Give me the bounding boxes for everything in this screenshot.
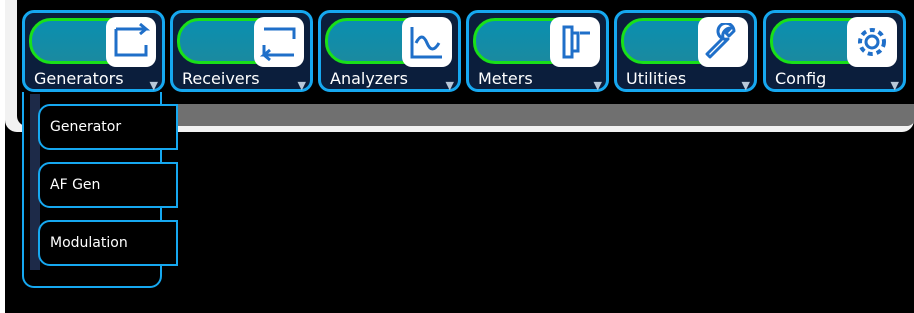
menu-item-generator[interactable]: Generator [38, 104, 178, 150]
menu-item-label: AF Gen [50, 177, 101, 193]
tab-analyzers[interactable]: Analyzers ▼ [318, 10, 461, 92]
tab-meters[interactable]: Meters ▼ [466, 10, 609, 92]
tab-label: Receivers [182, 69, 260, 88]
chevron-down-icon: ▼ [445, 79, 454, 92]
meter-icon [550, 17, 600, 67]
gear-icon [847, 17, 897, 67]
tab-generators[interactable]: Generators ▼ [22, 10, 165, 92]
tab-receivers[interactable]: Receivers ▼ [170, 10, 313, 92]
chevron-down-icon: ▼ [297, 79, 306, 92]
tab-label: Generators [34, 69, 124, 88]
tab-indicator [29, 18, 115, 64]
tab-indicator [325, 18, 411, 64]
tab-label: Analyzers [330, 69, 408, 88]
status-bar [170, 104, 914, 126]
generators-dropdown-menu: Generator AF Gen Modulation [22, 92, 178, 288]
chevron-down-icon: ▼ [741, 79, 750, 92]
tab-indicator [621, 18, 707, 64]
receiver-arrows-icon [254, 17, 304, 67]
tab-label: Utilities [626, 69, 687, 88]
tab-indicator [473, 18, 559, 64]
waveform-icon [402, 17, 452, 67]
tab-label: Config [775, 69, 827, 88]
wrench-icon [698, 17, 748, 67]
instrument-screen: Generators ▼ Receivers ▼ Analyzers ▼ Met… [0, 0, 914, 313]
menu-item-label: Generator [50, 119, 122, 135]
chevron-down-icon: ▼ [149, 79, 158, 92]
chevron-down-icon: ▼ [593, 79, 602, 92]
tab-utilities[interactable]: Utilities ▼ [614, 10, 757, 92]
tab-config[interactable]: Config ▼ [763, 10, 906, 92]
tab-indicator [177, 18, 263, 64]
chevron-down-icon: ▼ [890, 79, 899, 92]
tab-indicator [770, 18, 856, 64]
tab-label: Meters [478, 69, 533, 88]
generator-arrows-icon [106, 17, 156, 67]
menu-item-modulation[interactable]: Modulation [38, 220, 178, 266]
menu-item-label: Modulation [50, 235, 128, 251]
menu-item-af-gen[interactable]: AF Gen [38, 162, 178, 208]
